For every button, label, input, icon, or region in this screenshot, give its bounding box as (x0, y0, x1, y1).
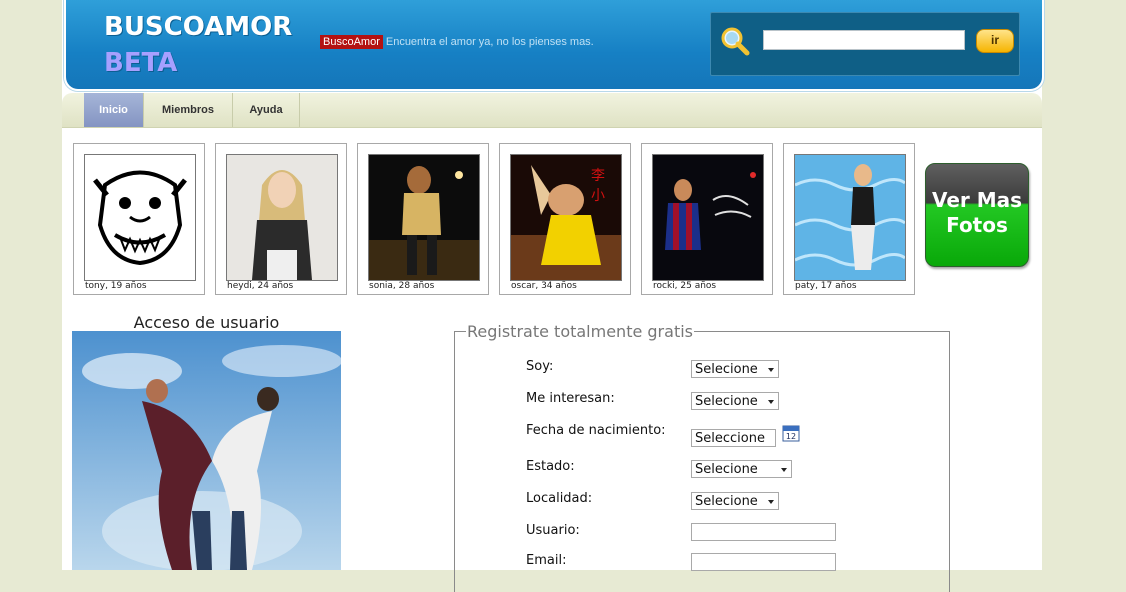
woman-photo (227, 155, 337, 280)
chevron-down-icon (781, 468, 787, 472)
profile-caption: paty, 17 años (795, 281, 857, 291)
profile-photo[interactable] (84, 154, 196, 281)
magnifier-icon (721, 27, 750, 56)
search-button[interactable]: ir (976, 29, 1014, 53)
svg-text:12: 12 (786, 432, 796, 441)
birthdate-value: Seleccione (695, 431, 765, 446)
login-title: Acceso de usuario (133, 313, 280, 332)
svg-text:小: 小 (591, 188, 605, 204)
locality-select-value: Selecione (695, 494, 758, 509)
state-select[interactable]: Selecione (691, 460, 792, 478)
site-logo[interactable]: BUSCOAMOR (104, 12, 292, 42)
birthdate-label: Fecha de nacimiento: (526, 423, 666, 438)
site-logo-beta: BETA (104, 48, 178, 78)
fighter-poster: 李 小 (511, 155, 621, 280)
search-box: ir (710, 12, 1020, 76)
chevron-down-icon (768, 500, 774, 504)
profile-caption: heydi, 24 años (227, 281, 294, 291)
interest-label: Me interesan: (526, 391, 615, 406)
profile-card[interactable]: tony, 19 años (73, 143, 205, 295)
performer-photo (369, 155, 479, 280)
profile-photo[interactable] (226, 154, 338, 281)
site-header: BUSCOAMOR BETA BuscoAmor Encuentra el amo… (64, 0, 1044, 91)
tagline-text: Encuentra el amor ya, no los pienses mas… (385, 36, 594, 48)
interest-select-value: Selecione (695, 394, 758, 409)
locality-select[interactable]: Selecione (691, 492, 779, 510)
profile-card[interactable]: sonia, 28 años (357, 143, 489, 295)
email-input[interactable] (691, 553, 836, 571)
page-container: BUSCOAMOR BETA BuscoAmor Encuentra el amo… (62, 0, 1044, 592)
locality-label: Localidad: (526, 491, 593, 506)
state-label: Estado: (526, 459, 575, 474)
state-select-value: Selecione (695, 462, 758, 477)
profile-card[interactable]: rocki, 25 años (641, 143, 773, 295)
profile-photo[interactable] (794, 154, 906, 281)
interest-select[interactable]: Selecione (691, 392, 779, 410)
birthdate-field[interactable]: Seleccione (691, 429, 776, 447)
nav-item-miembros[interactable]: Miembros (144, 93, 233, 127)
view-more-photos-button[interactable]: Ver Mas Fotos (925, 163, 1029, 267)
profile-caption: tony, 19 años (85, 281, 147, 291)
search-input[interactable] (763, 30, 965, 50)
pool-woman-photo (795, 155, 905, 280)
profile-photo[interactable]: 李 小 (510, 154, 622, 281)
svg-text:李: 李 (591, 168, 605, 184)
profile-caption: oscar, 34 años (511, 281, 577, 291)
gender-select-value: Selecione (695, 362, 758, 377)
nav-item-ayuda[interactable]: Ayuda (233, 93, 300, 127)
tagline-brand: BuscoAmor (320, 35, 383, 49)
profile-caption: rocki, 25 años (653, 281, 717, 291)
calendar-icon[interactable]: 12 (782, 424, 800, 442)
profile-photo[interactable] (652, 154, 764, 281)
profile-card[interactable]: heydi, 24 años (215, 143, 347, 295)
email-label: Email: (526, 553, 567, 568)
profile-photo[interactable] (368, 154, 480, 281)
bulldog-image (85, 155, 195, 280)
tagline: BuscoAmor Encuentra el amor ya, no los pi… (320, 35, 594, 49)
couple-heart-image (72, 331, 341, 570)
soccer-player-photo (653, 155, 763, 280)
gender-select[interactable]: Selecione (691, 360, 779, 378)
username-label: Usuario: (526, 523, 580, 538)
profile-card[interactable]: paty, 17 años (783, 143, 915, 295)
username-input[interactable] (691, 523, 836, 541)
gender-label: Soy: (526, 359, 554, 374)
main-nav: Inicio Miembros Ayuda (62, 93, 1042, 128)
profile-caption: sonia, 28 años (369, 281, 435, 291)
registration-legend: Registrate totalmente gratis (466, 322, 694, 341)
nav-item-inicio[interactable]: Inicio (84, 93, 144, 127)
profile-card[interactable]: 李 小 oscar, 34 años (499, 143, 631, 295)
chevron-down-icon (768, 368, 774, 372)
chevron-down-icon (768, 400, 774, 404)
